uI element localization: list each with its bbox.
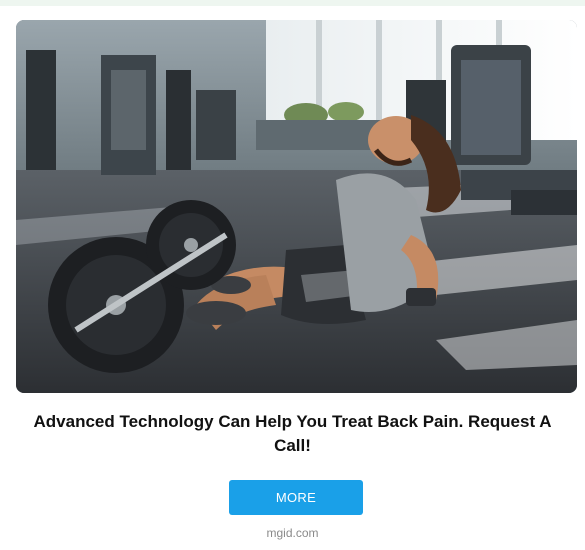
ad-card[interactable]: Advanced Technology Can Help You Treat B…	[0, 0, 585, 550]
more-button[interactable]: MORE	[229, 480, 363, 515]
source-label[interactable]: mgid.com	[0, 526, 585, 540]
ad-image[interactable]	[16, 20, 577, 393]
ad-headline[interactable]: Advanced Technology Can Help You Treat B…	[20, 410, 565, 458]
